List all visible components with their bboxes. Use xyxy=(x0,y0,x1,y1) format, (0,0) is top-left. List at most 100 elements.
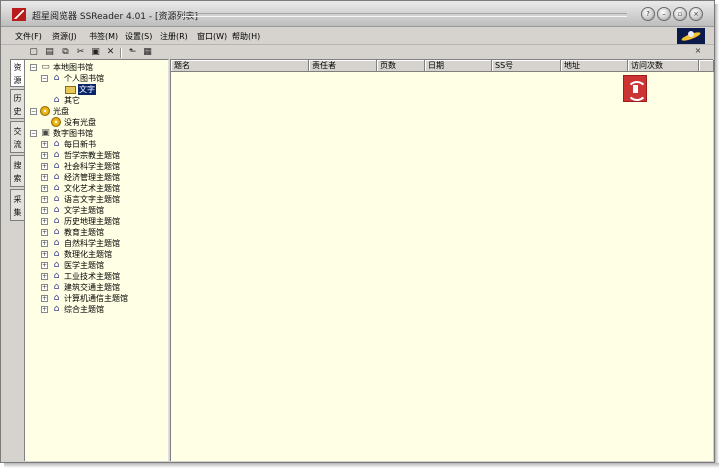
expand-toggle[interactable]: + xyxy=(41,163,48,170)
menu-file[interactable]: 文件(F) xyxy=(15,31,42,42)
tab-resources[interactable]: 资源 xyxy=(10,59,24,87)
toolbar: ▢ ▤ ⧉ ✂ ▣ ✕ ⬑ ▦ × xyxy=(1,46,714,60)
tree-node-label: 光盘 xyxy=(53,107,69,116)
tree-node-label: 数理化主题馆 xyxy=(64,250,112,259)
tree-node-label: 文学主题馆 xyxy=(64,206,104,215)
library-icon: ⌂ xyxy=(53,216,60,226)
column-header-pages[interactable]: 页数 xyxy=(377,60,425,72)
tree-node-label: 建筑交通主题馆 xyxy=(64,283,120,292)
expand-toggle[interactable]: + xyxy=(41,295,48,302)
expand-toggle[interactable]: + xyxy=(41,306,48,313)
cd-icon xyxy=(40,106,50,116)
toolbar-separator xyxy=(120,48,122,58)
tab-history[interactable]: 历史 xyxy=(10,89,24,119)
tree-node-label: 文字 xyxy=(78,84,96,95)
collapse-toggle[interactable]: − xyxy=(30,64,37,71)
expand-toggle[interactable]: + xyxy=(41,152,48,159)
expand-toggle[interactable]: + xyxy=(41,185,48,192)
tree-node-label: 教育主题馆 xyxy=(64,228,104,237)
expand-toggle[interactable]: + xyxy=(41,251,48,258)
saturn-logo-icon xyxy=(677,28,705,44)
library-icon: ⌂ xyxy=(53,194,60,204)
tab-exchange[interactable]: 交流 xyxy=(10,121,24,153)
cut-icon[interactable]: ✂ xyxy=(75,47,86,58)
menu-settings[interactable]: 设置(S) xyxy=(125,31,152,42)
menu-resource[interactable]: 资源(J) xyxy=(52,31,77,42)
tree-node-label: 其它 xyxy=(64,96,80,105)
new-page-icon[interactable]: ▢ xyxy=(28,47,39,58)
library-icon: ⌂ xyxy=(53,205,60,215)
expand-toggle[interactable]: + xyxy=(41,273,48,280)
tree-node-label: 文化艺术主题馆 xyxy=(64,184,120,193)
collapse-toggle[interactable]: − xyxy=(41,75,48,82)
column-header-filler xyxy=(699,60,714,72)
library-icon: ⌂ xyxy=(53,161,60,171)
column-header-visits[interactable]: 访问次数 xyxy=(628,60,699,72)
column-header-ss-number[interactable]: SS号 xyxy=(492,60,561,72)
library-icon: ⌂ xyxy=(53,183,60,193)
expand-toggle[interactable]: + xyxy=(41,284,48,291)
expand-toggle[interactable]: + xyxy=(41,141,48,148)
resource-tree[interactable]: − ▭ 本地图书馆 − ⌂ 个人图书馆 文字 ⌂ 其它 − 光盘 没有光盘 − … xyxy=(24,59,169,461)
tree-node-label: 计算机通信主题馆 xyxy=(64,294,128,303)
library-icon: ⌂ xyxy=(53,249,60,259)
library-icon: ⌂ xyxy=(53,139,60,149)
properties-icon[interactable]: ▦ xyxy=(142,47,153,58)
collapse-toggle[interactable]: − xyxy=(30,130,37,137)
column-header-date[interactable]: 日期 xyxy=(425,60,492,72)
maximize-button[interactable]: ▫ xyxy=(673,7,687,21)
column-header-title[interactable]: 题名 xyxy=(171,60,309,72)
tree-node-label: 自然科学主题馆 xyxy=(64,239,120,248)
window-shadow xyxy=(4,463,719,468)
expand-toggle[interactable]: + xyxy=(41,174,48,181)
app-window: 超星阅览器 SSReader 4.01 - [资源列表] ? – ▫ × 文件(… xyxy=(0,0,715,463)
expand-toggle[interactable]: + xyxy=(41,207,48,214)
copy-icon[interactable]: ⧉ xyxy=(60,47,71,58)
menu-help[interactable]: 帮助(H) xyxy=(232,31,260,42)
library-icon: ⌂ xyxy=(53,150,60,160)
library-icon: ⌂ xyxy=(53,304,60,314)
collapse-toggle[interactable]: − xyxy=(30,108,37,115)
expand-toggle[interactable]: + xyxy=(41,218,48,225)
tab-label: 交流 xyxy=(13,127,22,149)
expand-toggle[interactable]: + xyxy=(41,196,48,203)
tab-label: 搜索 xyxy=(13,161,22,183)
library-icon: ⌂ xyxy=(53,238,60,248)
library-icon: ⌂ xyxy=(53,271,60,281)
title-bar[interactable]: 超星阅览器 SSReader 4.01 - [资源列表] ? – ▫ × xyxy=(1,1,714,27)
tree-node-label: 综合主题馆 xyxy=(64,305,104,314)
library-icon: ⌂ xyxy=(53,73,60,83)
ssreader-logo-icon xyxy=(12,8,26,21)
tab-collect[interactable]: 采集 xyxy=(10,189,24,221)
column-header-author[interactable]: 责任者 xyxy=(309,60,377,72)
menu-bookmark[interactable]: 书签(M) xyxy=(89,31,118,42)
expand-toggle[interactable]: + xyxy=(41,262,48,269)
tab-search[interactable]: 搜索 xyxy=(10,155,24,187)
library-icon: ⌂ xyxy=(53,260,60,270)
menu-register[interactable]: 注册(R) xyxy=(160,31,188,42)
column-header-address[interactable]: 地址 xyxy=(561,60,628,72)
list-header: 题名 责任者 页数 日期 SS号 地址 访问次数 xyxy=(171,60,714,72)
help-button[interactable]: ? xyxy=(641,7,655,21)
library-icon: ⌂ xyxy=(53,95,60,105)
add-resource-icon[interactable]: ▤ xyxy=(44,47,55,58)
panel-close-icon[interactable]: × xyxy=(693,46,703,58)
tree-node-label: 经济管理主题馆 xyxy=(64,173,120,182)
expand-toggle[interactable]: + xyxy=(41,229,48,236)
paste-icon[interactable]: ▣ xyxy=(90,47,101,58)
side-tab-strip: 资源 历史 交流 搜索 采集 xyxy=(10,59,24,461)
library-icon: ⌂ xyxy=(53,227,60,237)
expand-toggle[interactable]: + xyxy=(41,240,48,247)
tree-node-label: 哲学宗教主题馆 xyxy=(64,151,120,160)
window-title: 超星阅览器 SSReader 4.01 - [资源列表] xyxy=(32,12,199,22)
up-folder-icon[interactable]: ⬑ xyxy=(127,47,138,58)
minimize-button[interactable]: – xyxy=(657,7,671,21)
resource-list[interactable]: 题名 责任者 页数 日期 SS号 地址 访问次数 xyxy=(170,59,714,461)
tree-node-label: 历史地理主题馆 xyxy=(64,217,120,226)
tab-label: 历史 xyxy=(13,94,22,116)
menu-window[interactable]: 窗口(W) xyxy=(197,31,227,42)
close-button[interactable]: × xyxy=(689,7,703,21)
tree-node-label: 语言文字主题馆 xyxy=(64,195,120,204)
tree-node-label: 数字图书馆 xyxy=(53,129,93,138)
delete-icon[interactable]: ✕ xyxy=(105,47,116,58)
